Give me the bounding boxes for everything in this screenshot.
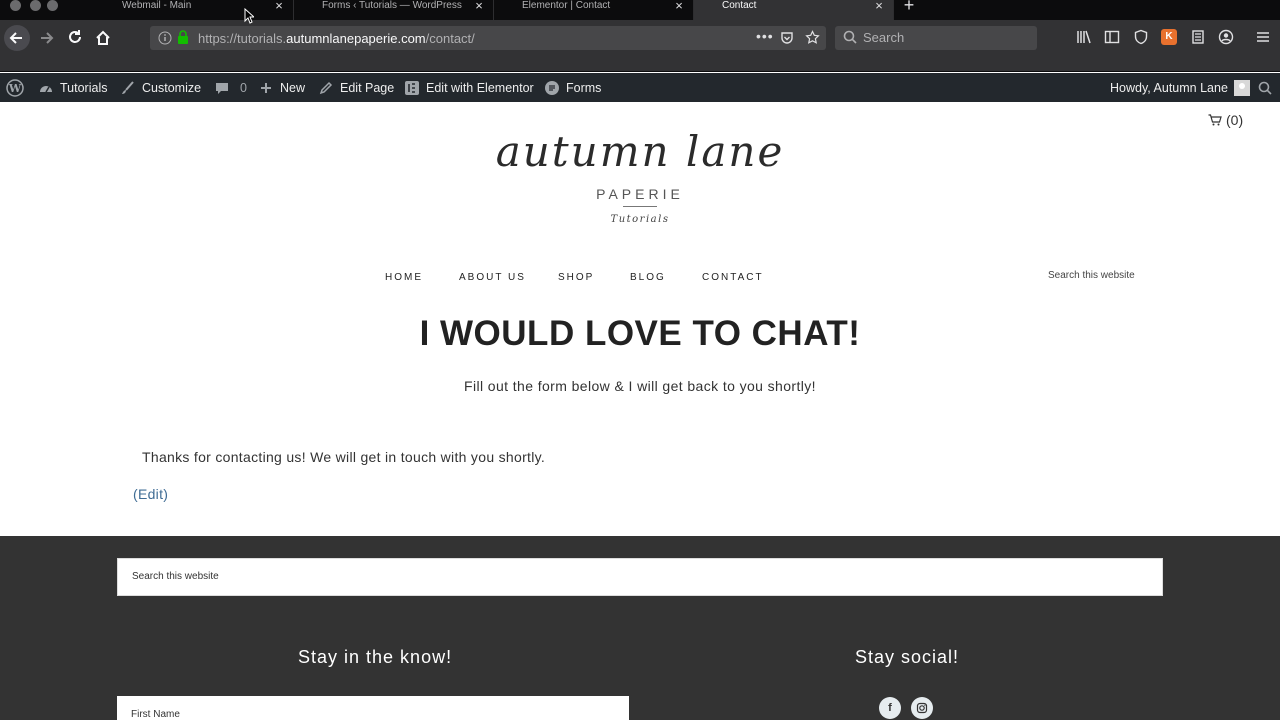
footer-search-placeholder: Search this website [132,571,219,582]
pencil-icon [318,80,334,96]
admin-edit-elementor-link[interactable]: Edit with Elementor [404,73,534,102]
cart-link[interactable]: (0) [1208,112,1243,128]
url-scheme: https://tutorials. [198,31,287,46]
nav-shop[interactable]: SHOP [558,272,594,283]
nav-contact[interactable]: CONTACT [702,272,764,283]
admin-site-label: Tutorials [60,80,108,95]
first-name-placeholder: First Name [131,709,180,720]
home-icon[interactable] [90,25,116,51]
logo-script-text: autumn lane [495,127,785,176]
avatar [1233,79,1250,96]
pocket-icon[interactable] [780,31,794,45]
new-tab-plus-icon[interactable]: + [900,0,918,14]
nav-blog[interactable]: BLOG [630,272,666,283]
comments-count: 0 [240,80,247,95]
dashboard-icon [38,80,54,96]
tab-webmail[interactable]: Webmail - Main × [94,0,294,20]
edit-link[interactable]: (Edit) [133,486,168,502]
page-content: (0) autumn lane PAPERIE Tutorials HOME A… [0,102,1280,536]
browser-toolbar: https://tutorials.autumnlanepaperie.com/… [0,20,1280,72]
extension-icon[interactable]: K [1161,29,1177,45]
comment-bubble-icon [214,80,230,96]
browser-search-box[interactable]: Search [835,26,1037,50]
admin-new-label: New [280,80,306,95]
wp-admin-bar: W Tutorials Customize 0 New Edit Page Ed… [0,73,1280,102]
address-bar[interactable]: https://tutorials.autumnlanepaperie.com/… [150,26,826,50]
admin-account-menu[interactable]: Howdy, Autumn Lane [1110,73,1250,102]
info-icon[interactable] [158,31,172,45]
header-search-input[interactable]: Search this website [1048,270,1135,281]
admin-search-icon[interactable] [1258,73,1272,102]
admin-customize-label: Customize [142,80,202,95]
reload-icon[interactable] [62,25,88,51]
newsletter-heading: Stay in the know! [298,647,453,667]
url-host: autumnlanepaperie.com [286,31,426,46]
tab-title: Forms ‹ Tutorials — WordPress [322,0,462,11]
instagram-icon[interactable] [911,697,933,719]
window-close-dot[interactable] [10,0,21,11]
window-minimize-dot[interactable] [30,0,41,11]
plus-icon [258,80,274,96]
social-heading: Stay social! [855,647,960,667]
page-title: I WOULD LOVE TO CHAT! [419,314,861,353]
form-success-message: Thanks for contacting us! We will get in… [142,449,546,465]
first-name-field[interactable]: First Name [117,696,629,726]
logo-paperie-text: PAPERIE [596,186,684,202]
forward-arrow-icon[interactable] [34,25,60,51]
notes-icon[interactable] [1190,29,1206,45]
library-icon[interactable] [1076,29,1092,45]
tab-forms[interactable]: Forms ‹ Tutorials — WordPress × [294,0,494,20]
facebook-icon[interactable]: f [879,697,901,719]
account-icon[interactable] [1218,29,1234,45]
tab-contact[interactable]: Contact × [694,0,894,20]
search-placeholder: Search [863,30,905,45]
tab-title: Contact [722,0,757,11]
window-zoom-dot[interactable] [47,0,58,11]
elementor-icon [404,80,420,96]
tab-close-icon[interactable]: × [473,0,485,12]
back-arrow-icon[interactable] [4,25,30,51]
tab-title: Elementor | Contact [522,0,611,11]
tab-close-icon[interactable]: × [873,0,885,12]
admin-customize-link[interactable]: Customize [120,73,201,102]
admin-howdy-label: Howdy, Autumn Lane [1110,80,1228,95]
wordpress-logo-icon[interactable]: W [6,73,24,102]
tab-close-icon[interactable]: × [673,0,685,12]
url-text[interactable]: https://tutorials.autumnlanepaperie.com/… [198,31,475,46]
footer-search-input[interactable]: Search this website [117,558,1163,596]
mouse-cursor-icon [244,7,256,24]
nav-home[interactable]: HOME [385,272,423,283]
lock-icon[interactable] [177,30,189,45]
logo-tutorials-text: Tutorials [610,214,670,225]
admin-comments-link[interactable]: 0 [214,73,247,102]
logo-divider [623,206,657,207]
search-icon [843,30,857,44]
site-footer: Search this website Stay in the know! St… [0,536,1280,726]
cart-count: (0) [1226,112,1244,128]
forms-icon [544,80,560,96]
admin-site-link[interactable]: Tutorials [38,73,107,102]
bookmark-star-icon[interactable] [805,30,820,45]
tab-title: Webmail - Main [122,0,192,11]
cart-icon [1208,113,1222,126]
tab-elementor[interactable]: Elementor | Contact × [494,0,694,20]
paintbrush-icon [120,80,136,96]
page-actions-icon[interactable]: ••• [756,28,774,44]
page-subtitle: Fill out the form below & I will get bac… [464,378,816,394]
tab-close-icon[interactable]: × [273,0,285,12]
admin-forms-link[interactable]: Forms [544,73,601,102]
svg-text:W: W [8,82,22,95]
browser-tab-strip: Webmail - Main × Forms ‹ Tutorials — Wor… [0,0,1280,20]
shield-icon[interactable] [1133,29,1149,45]
admin-edit-page-link[interactable]: Edit Page [318,73,394,102]
admin-edit-page-label: Edit Page [340,80,395,95]
hamburger-menu-icon[interactable] [1255,29,1271,45]
admin-new-link[interactable]: New [258,73,305,102]
admin-edit-elementor-label: Edit with Elementor [426,80,534,95]
nav-about-us[interactable]: ABOUT US [459,272,526,283]
sidebar-icon[interactable] [1104,29,1120,45]
url-path: /contact/ [425,31,475,46]
admin-forms-label: Forms [566,80,602,95]
